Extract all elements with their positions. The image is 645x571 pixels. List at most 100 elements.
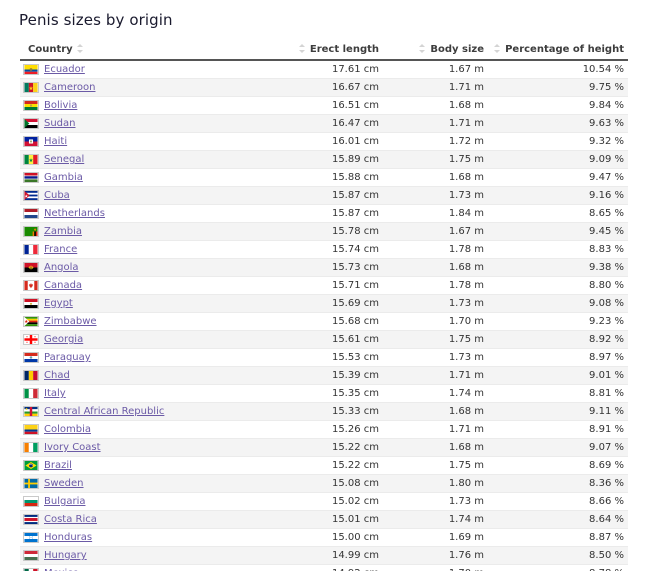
country-cell: Angola — [23, 259, 284, 276]
penis-sizes-table: Country Erect length Body size Percentag… — [20, 42, 628, 571]
senegal-flag-icon — [23, 154, 39, 165]
cell-body-size: 1.78 m — [383, 277, 488, 295]
cell-body-size: 1.71 m — [383, 421, 488, 439]
country-link[interactable]: Sweden — [44, 475, 84, 492]
cell-country: Colombia — [20, 421, 288, 439]
cell-percentage-of-height: 8.69 % — [488, 457, 628, 475]
cell-erect-length: 15.39 cm — [288, 367, 383, 385]
cell-erect-length: 15.73 cm — [288, 259, 383, 277]
country-link[interactable]: Sudan — [44, 115, 76, 132]
sort-arrows-icon[interactable] — [494, 44, 501, 53]
country-link[interactable]: Central African Republic — [44, 403, 164, 420]
table-row: Honduras15.00 cm1.69 m8.87 % — [20, 529, 628, 547]
zimbabwe-flag-icon — [23, 316, 39, 327]
country-link[interactable]: Colombia — [44, 421, 91, 438]
cell-erect-length: 15.87 cm — [288, 205, 383, 223]
table-row: Hungary14.99 cm1.76 m8.50 % — [20, 547, 628, 565]
country-link[interactable]: Paraguay — [44, 349, 91, 366]
country-link[interactable]: Ivory Coast — [44, 439, 101, 456]
country-link[interactable]: Ecuador — [44, 61, 85, 78]
cell-percentage-of-height: 9.45 % — [488, 223, 628, 241]
cell-erect-length: 15.00 cm — [288, 529, 383, 547]
country-link[interactable]: Cuba — [44, 187, 70, 204]
cell-percentage-of-height: 8.97 % — [488, 349, 628, 367]
country-link[interactable]: Mexico — [44, 565, 79, 571]
table-row: Gambia15.88 cm1.68 m9.47 % — [20, 169, 628, 187]
country-link[interactable]: Zambia — [44, 223, 82, 240]
cell-body-size: 1.69 m — [383, 529, 488, 547]
country-link[interactable]: Senegal — [44, 151, 84, 168]
cell-erect-length: 15.01 cm — [288, 511, 383, 529]
cell-body-size: 1.68 m — [383, 169, 488, 187]
cell-body-size: 1.67 m — [383, 60, 488, 79]
country-cell: Italy — [23, 385, 284, 402]
country-link[interactable]: France — [44, 241, 77, 258]
cell-country: Zambia — [20, 223, 288, 241]
country-cell: Sudan — [23, 115, 284, 132]
cell-body-size: 1.76 m — [383, 547, 488, 565]
cell-percentage-of-height: 9.09 % — [488, 151, 628, 169]
table-row: Senegal15.89 cm1.75 m9.09 % — [20, 151, 628, 169]
column-header-erect-length[interactable]: Erect length — [288, 42, 383, 60]
cell-body-size: 1.68 m — [383, 403, 488, 421]
table-row: Central African Republic 15.33 cm1.68 m9.… — [20, 403, 628, 421]
cell-erect-length: 15.02 cm — [288, 493, 383, 511]
cell-percentage-of-height: 8.50 % — [488, 547, 628, 565]
table-row: Georgia15.61 cm1.75 m8.92 % — [20, 331, 628, 349]
cell-percentage-of-height: 9.84 % — [488, 97, 628, 115]
country-link[interactable]: Gambia — [44, 169, 83, 186]
cell-country: Central African Republic — [20, 403, 288, 421]
cell-percentage-of-height: 8.92 % — [488, 331, 628, 349]
cell-percentage-of-height: 9.32 % — [488, 133, 628, 151]
sort-arrows-icon[interactable] — [419, 44, 426, 53]
country-cell: Cuba — [23, 187, 284, 204]
sort-arrows-icon[interactable] — [299, 44, 306, 53]
table-row: Ecuador17.61 cm1.67 m10.54 % — [20, 60, 628, 79]
cell-percentage-of-height: 8.91 % — [488, 421, 628, 439]
cell-country: Sweden — [20, 475, 288, 493]
country-link[interactable]: Haiti — [44, 133, 67, 150]
gambia-flag-icon — [23, 172, 39, 183]
country-cell: Zimbabwe — [23, 313, 284, 330]
country-link[interactable]: Bolivia — [44, 97, 77, 114]
cell-body-size: 1.75 m — [383, 151, 488, 169]
country-link[interactable]: Cameroon — [44, 79, 95, 96]
country-cell: Gambia — [23, 169, 284, 186]
country-link[interactable]: Netherlands — [44, 205, 105, 222]
cell-erect-length: 15.33 cm — [288, 403, 383, 421]
sweden-flag-icon — [23, 478, 39, 489]
cell-percentage-of-height: 9.16 % — [488, 187, 628, 205]
table-header-row: Country Erect length Body size Percentag… — [20, 42, 628, 60]
table-row: Colombia15.26 cm1.71 m8.91 % — [20, 421, 628, 439]
country-link[interactable]: Canada — [44, 277, 82, 294]
cell-percentage-of-height: 8.80 % — [488, 277, 628, 295]
country-link[interactable]: Brazil — [44, 457, 72, 474]
country-cell: Brazil — [23, 457, 284, 474]
country-link[interactable]: Angola — [44, 259, 79, 276]
cell-country: Egypt — [20, 295, 288, 313]
country-link[interactable]: Chad — [44, 367, 70, 384]
cell-body-size: 1.80 m — [383, 475, 488, 493]
country-link[interactable]: Hungary — [44, 547, 87, 564]
column-header-country[interactable]: Country — [20, 42, 288, 60]
column-header-percentage-of-height[interactable]: Percentage of height — [488, 42, 628, 60]
cell-erect-length: 17.61 cm — [288, 60, 383, 79]
country-link[interactable]: Bulgaria — [44, 493, 85, 510]
cuba-flag-icon — [23, 190, 39, 201]
country-link[interactable]: Egypt — [44, 295, 73, 312]
column-header-body-size[interactable]: Body size — [383, 42, 488, 60]
country-link[interactable]: Italy — [44, 385, 66, 402]
table-row: Cuba15.87 cm1.73 m9.16 % — [20, 187, 628, 205]
cell-percentage-of-height: 9.11 % — [488, 403, 628, 421]
country-link[interactable]: Zimbabwe — [44, 313, 97, 330]
cell-body-size: 1.84 m — [383, 205, 488, 223]
cell-percentage-of-height: 9.07 % — [488, 439, 628, 457]
country-link[interactable]: Honduras — [44, 529, 92, 546]
sort-arrows-icon[interactable] — [77, 44, 84, 53]
italy-flag-icon — [23, 388, 39, 399]
bulgaria-flag-icon — [23, 496, 39, 507]
country-link[interactable]: Costa Rica — [44, 511, 97, 528]
country-link[interactable]: Georgia — [44, 331, 83, 348]
cell-body-size: 1.74 m — [383, 385, 488, 403]
cell-percentage-of-height: 9.75 % — [488, 79, 628, 97]
